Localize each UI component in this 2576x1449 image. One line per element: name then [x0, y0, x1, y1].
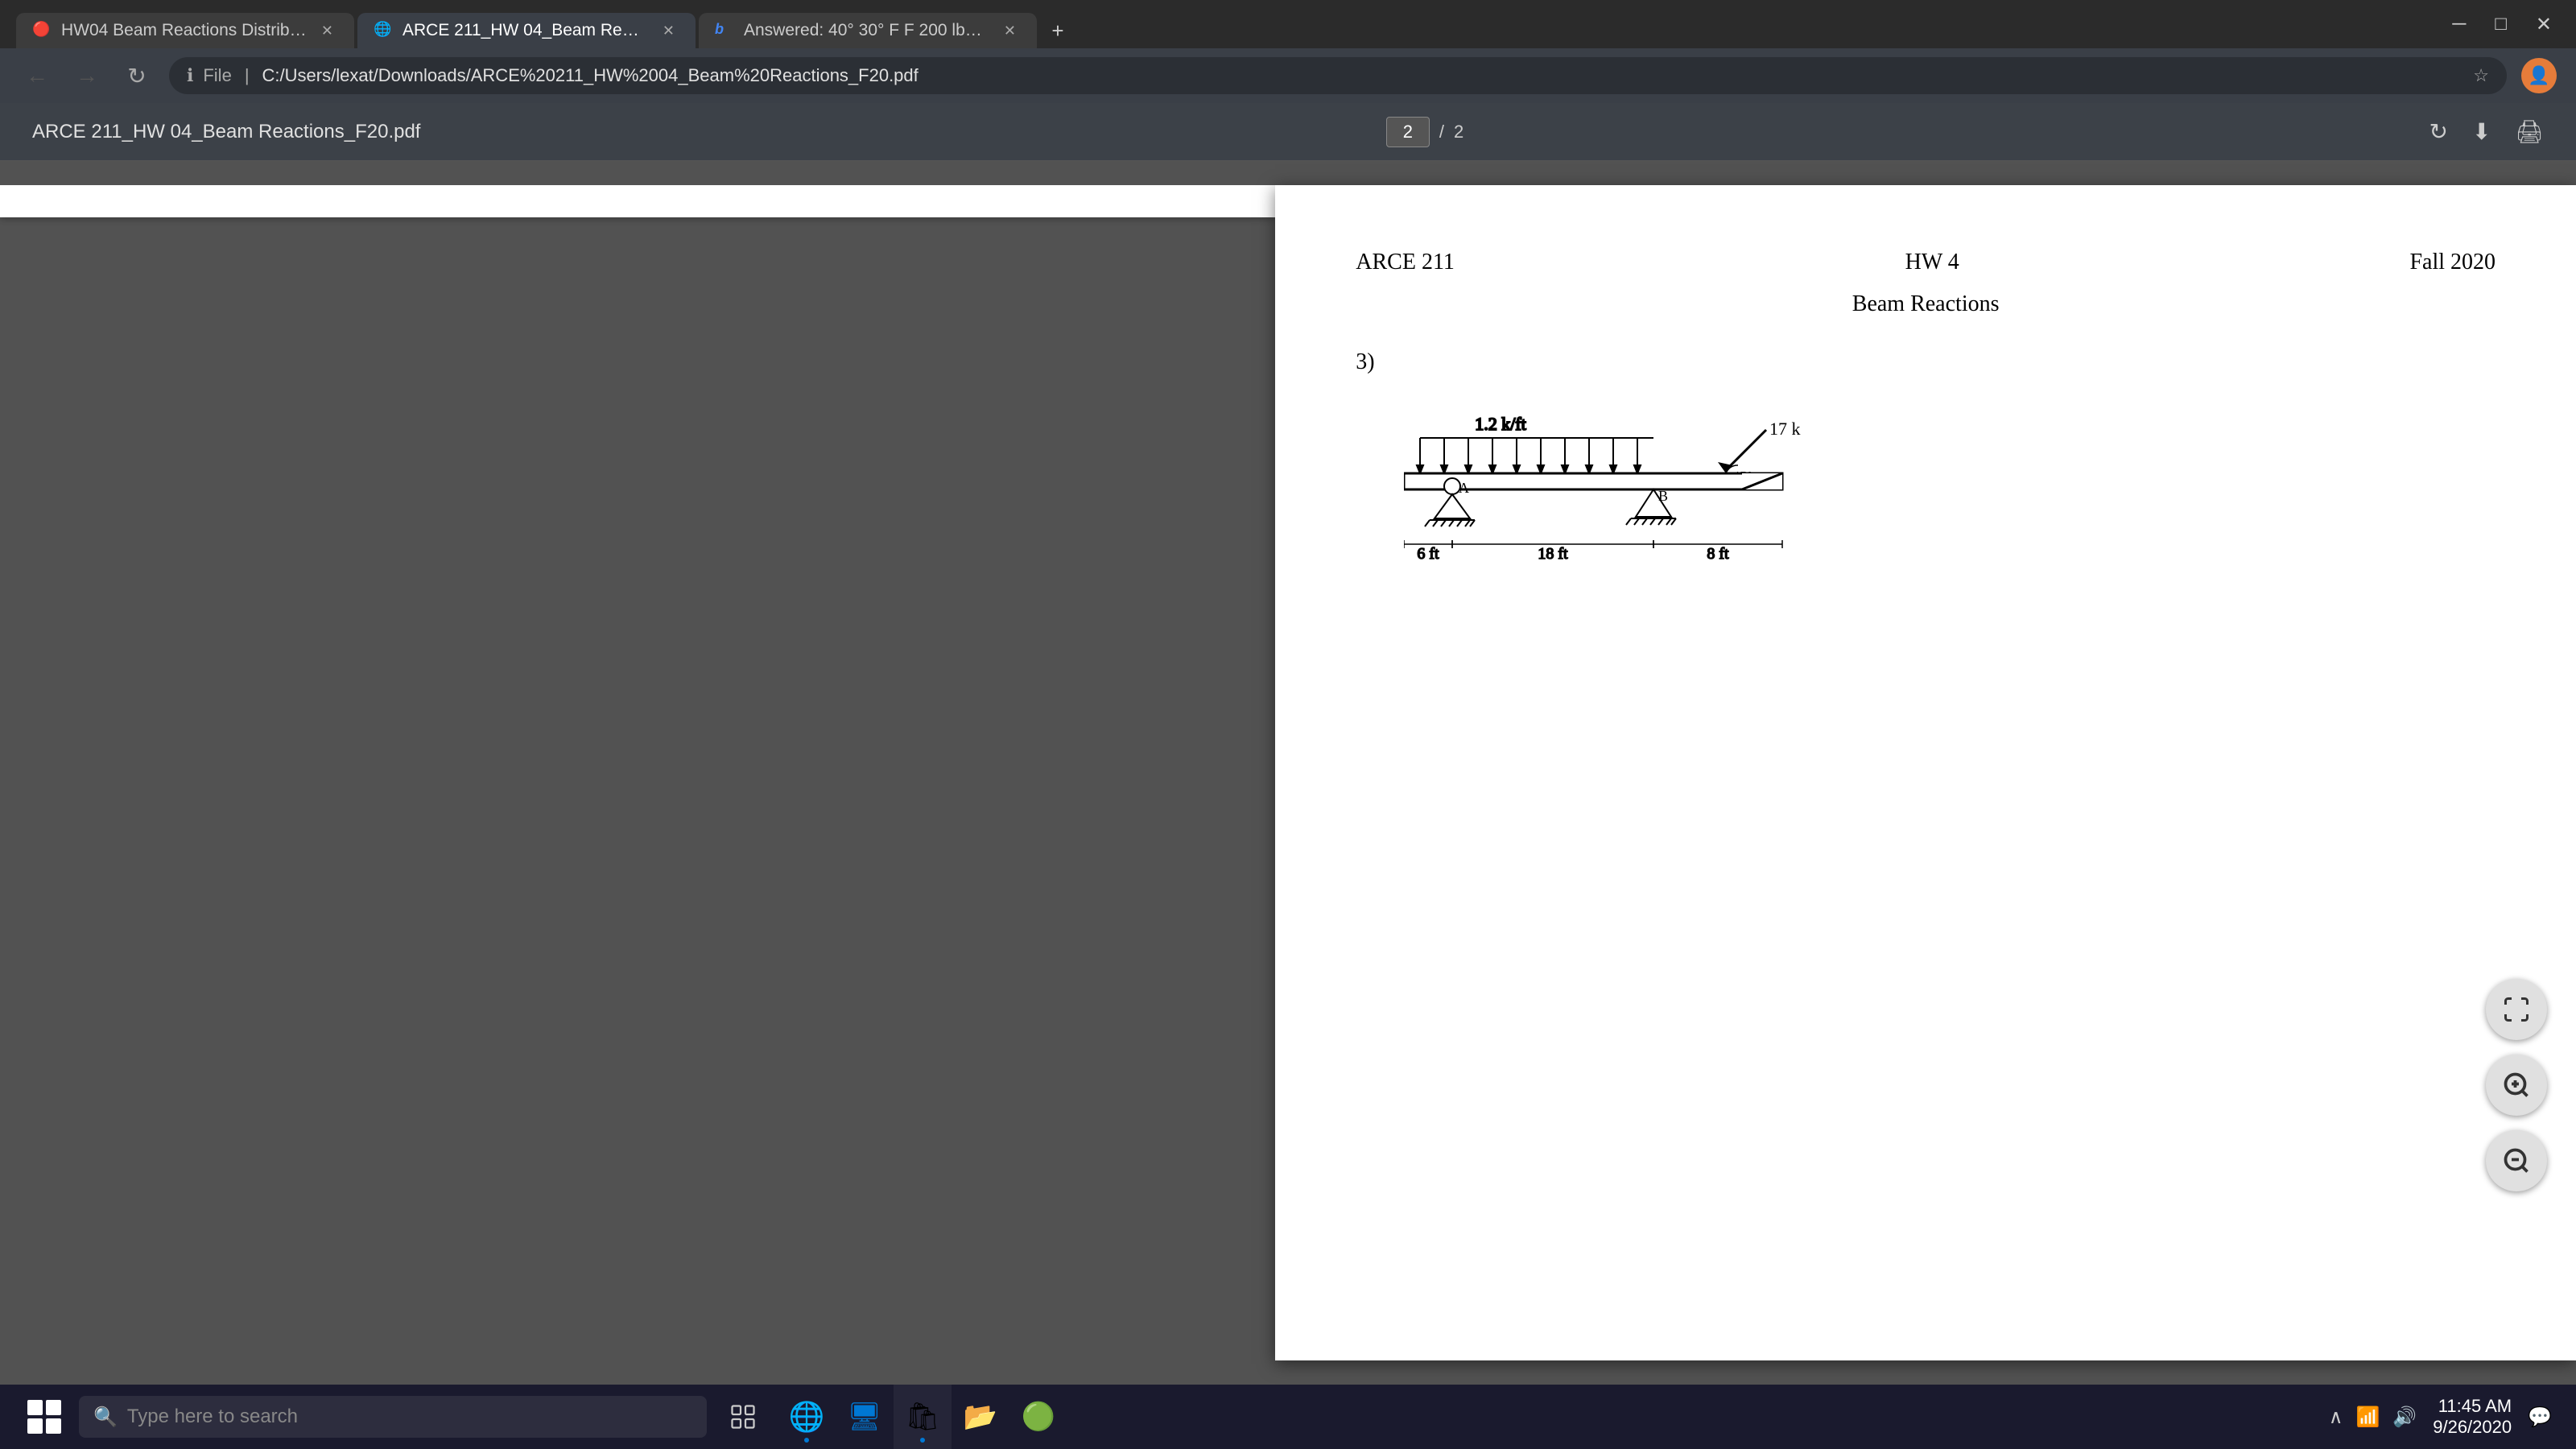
- task-view-button[interactable]: [716, 1385, 770, 1449]
- fit-page-button[interactable]: [2486, 979, 2547, 1040]
- refresh-button[interactable]: ↻: [119, 58, 155, 93]
- search-placeholder-text: Type here to search: [127, 1406, 298, 1428]
- clock-date: 9/26/2020: [2433, 1417, 2512, 1438]
- dimension-middle: 18 ft: [1452, 540, 1653, 563]
- tab2-favicon: 🌐: [374, 21, 393, 40]
- tab1-favicon: 🔴: [32, 21, 52, 40]
- edge-icon: 🌐: [789, 1400, 825, 1434]
- svg-text:6 ft: 6 ft: [1418, 545, 1440, 563]
- pdf-download-button[interactable]: ⬇: [2472, 118, 2491, 145]
- tab3-favicon: b: [715, 21, 734, 40]
- pdf-document-subtitle: Beam Reactions: [1356, 291, 2496, 317]
- address-url: C:/Users/lexat/Downloads/ARCE%20211_HW%2…: [262, 65, 2464, 86]
- windows-logo-icon: [27, 1400, 61, 1434]
- beam-diagram: 1.2 k/ft: [1404, 415, 2496, 597]
- pdf-page: ARCE 211 HW 4 Fall 2020 Beam Reactions 3…: [1275, 185, 2576, 1360]
- fab-container: [2486, 979, 2547, 1191]
- sys-tray-icons: ∧ 📶 🔊: [2329, 1406, 2417, 1429]
- taskbar: 🔍 Type here to search 🌐 🖥 🛍 📂: [0, 1385, 2576, 1449]
- svg-text:A: A: [1459, 480, 1469, 496]
- tab3-close-button[interactable]: ✕: [999, 21, 1021, 41]
- pdf-toolbar-right: ↻ ⬇ 🖨: [2429, 118, 2544, 145]
- browser-tab-1[interactable]: 🔴 HW04 Beam Reactions Distribute... ✕: [16, 13, 354, 48]
- pdf-print-button[interactable]: 🖨: [2515, 118, 2544, 145]
- address-bar-row: ← → ↻ ℹ File | C:/Users/lexat/Downloads/…: [0, 48, 2576, 103]
- chrome-icon: 🟢: [1022, 1401, 1055, 1433]
- svg-text:18 ft: 18 ft: [1538, 545, 1569, 563]
- pdf-semester-label: Fall 2020: [2409, 250, 2496, 275]
- tab1-title: HW04 Beam Reactions Distribute...: [61, 21, 307, 40]
- svg-text:1.2 k/ft: 1.2 k/ft: [1475, 415, 1526, 434]
- pdf-refresh-button[interactable]: ↻: [2429, 118, 2448, 145]
- minimize-button[interactable]: ─: [2444, 10, 2474, 39]
- svg-text:17 k: 17 k: [1769, 419, 1801, 439]
- address-separator: |: [245, 65, 250, 86]
- tab2-title: ARCE 211_HW 04_Beam Reactio...: [402, 21, 648, 40]
- previous-page-remnant: [0, 185, 1275, 217]
- start-button[interactable]: [16, 1385, 72, 1449]
- user-avatar[interactable]: 👤: [2521, 58, 2557, 93]
- network-icon[interactable]: 📶: [2355, 1406, 2380, 1429]
- pdf-total-pages: 2: [1454, 122, 1463, 142]
- browser-title-bar: 🔴 HW04 Beam Reactions Distribute... ✕ 🌐 …: [0, 0, 2576, 48]
- search-icon: 🔍: [93, 1406, 118, 1429]
- pinned-app-taskview[interactable]: 🖥: [836, 1385, 894, 1449]
- file-label: File: [203, 65, 231, 86]
- file-protocol-icon: ℹ: [187, 65, 193, 86]
- show-hidden-icons-button[interactable]: ∧: [2329, 1406, 2343, 1429]
- tab1-close-button[interactable]: ✕: [316, 21, 338, 41]
- browser-tab-2[interactable]: 🌐 ARCE 211_HW 04_Beam Reactio... ✕: [357, 13, 696, 48]
- taskview-icon: 🖥: [847, 1401, 881, 1433]
- taskbar-system-tray: ∧ 📶 🔊 11:45 AM 9/26/2020 💬: [2329, 1396, 2560, 1438]
- edge-active-dot: [804, 1438, 809, 1443]
- pdf-content-area: ARCE 211 HW 4 Fall 2020 Beam Reactions 3…: [0, 161, 2576, 1385]
- support-b: B: [1626, 488, 1676, 525]
- address-bar[interactable]: ℹ File | C:/Users/lexat/Downloads/ARCE%2…: [169, 57, 2507, 94]
- pinned-app-store[interactable]: 🛍: [894, 1385, 952, 1449]
- pdf-viewer-header: ARCE 211_HW 04_Beam Reactions_F20.pdf / …: [0, 103, 2576, 161]
- problem-number: 3): [1356, 349, 2496, 375]
- taskbar-search-bar[interactable]: 🔍 Type here to search: [79, 1396, 707, 1438]
- zoom-out-button[interactable]: [2486, 1130, 2547, 1191]
- svg-text:8 ft: 8 ft: [1707, 545, 1730, 563]
- taskbar-pinned-apps: 🌐 🖥 🛍 📂 🟢: [778, 1385, 1067, 1449]
- clock-time: 11:45 AM: [2433, 1396, 2512, 1417]
- dimension-right: 8 ft: [1653, 540, 1782, 563]
- task-view-icon: [729, 1402, 758, 1431]
- pdf-page-input[interactable]: [1386, 117, 1430, 147]
- explorer-icon: 📂: [964, 1401, 997, 1433]
- pinned-app-explorer[interactable]: 📂: [952, 1385, 1009, 1449]
- zoom-in-button[interactable]: [2486, 1055, 2547, 1116]
- back-button[interactable]: ←: [19, 58, 55, 93]
- pinned-app-chrome[interactable]: 🟢: [1009, 1385, 1067, 1449]
- window-controls: ─ □ ✕: [2444, 10, 2560, 39]
- pdf-course-label: ARCE 211: [1356, 250, 1455, 275]
- pdf-document-header: ARCE 211 HW 4 Fall 2020: [1356, 250, 2496, 275]
- store-active-dot: [920, 1438, 925, 1443]
- taskbar-clock[interactable]: 11:45 AM 9/26/2020: [2433, 1396, 2512, 1438]
- browser-tab-3[interactable]: b Answered: 40° 30° F F 200 lbs | b... ✕: [699, 13, 1037, 48]
- maximize-button[interactable]: □: [2487, 10, 2515, 39]
- page-separator: /: [1439, 122, 1444, 142]
- notification-center-button[interactable]: 💬: [2528, 1406, 2552, 1429]
- new-tab-button[interactable]: +: [1040, 13, 1075, 48]
- pdf-page-navigation: / 2: [1386, 117, 1463, 147]
- bookmark-icon[interactable]: ☆: [2473, 65, 2489, 86]
- tab-bar: 🔴 HW04 Beam Reactions Distribute... ✕ 🌐 …: [16, 0, 2444, 48]
- close-button[interactable]: ✕: [2528, 10, 2560, 39]
- svg-text:B: B: [1658, 488, 1668, 504]
- tab3-title: Answered: 40° 30° F F 200 lbs | b...: [744, 21, 989, 40]
- browser-right-buttons: 👤: [2521, 58, 2557, 93]
- pdf-hw-label: HW 4: [1905, 250, 1959, 275]
- pinned-app-edge[interactable]: 🌐: [778, 1385, 836, 1449]
- distributed-load: 1.2 k/ft: [1417, 415, 1653, 473]
- tab2-close-button[interactable]: ✕: [658, 21, 679, 41]
- dimension-left: 6 ft: [1404, 540, 1452, 563]
- pdf-filename: ARCE 211_HW 04_Beam Reactions_F20.pdf: [32, 121, 420, 143]
- address-right-icons: ☆: [2473, 65, 2489, 86]
- store-icon: 🛍: [905, 1401, 939, 1433]
- volume-icon[interactable]: 🔊: [2392, 1406, 2417, 1429]
- beam-diagram-svg: 1.2 k/ft: [1404, 415, 1967, 592]
- forward-button[interactable]: →: [69, 58, 105, 93]
